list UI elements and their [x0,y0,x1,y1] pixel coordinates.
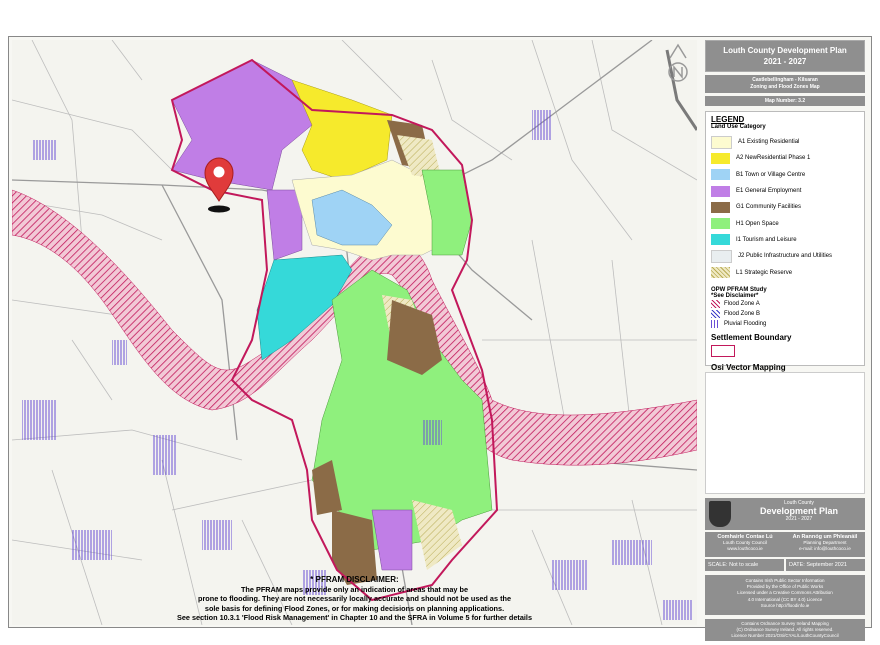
legend-label: L1 Strategic Reserve [736,269,793,276]
legend-box: LEGEND Land Use Category A1 Existing Res… [705,111,865,379]
legend-item: G1 Community Facilities [711,199,859,215]
pfram-disclaimer: * PFRAM DISCLAIMER: The PFRAM maps provi… [12,575,697,623]
flood-swatch [711,319,720,328]
zone-a2-north [291,79,393,181]
logo-line3: 2021 - 2027 [785,516,813,522]
scale-label: SCALE: Not to scale [705,559,784,571]
disclaimer-line: See section 10.3.1 'Flood Risk Managemen… [176,613,532,623]
flood-label: Flood Zone A [724,300,760,307]
flood-swatch [711,299,720,308]
disclaimer-title: * PFRAM DISCLAIMER: [310,575,399,585]
legend-swatch [711,249,732,263]
flood-items: Flood Zone A Flood Zone B Pluvial Flooding [711,299,859,329]
council-logo: Louth County Development Plan 2021 - 202… [705,498,865,530]
legend-swatch [711,218,730,230]
map-number: Map Number: 3.2 [705,96,865,106]
council-crest-icon [709,501,731,527]
contact-left-sub: Louth County Council [723,540,767,545]
logo-line2: Development Plan [759,506,839,516]
map-subtitle-line1: Castlebellingham - Kilsaran [752,77,818,83]
plan-title: Louth County Development Plan 2021 - 202… [705,40,865,72]
flood-legend-item: Flood Zone B [711,309,859,319]
opw-info: Contains Irish Public Sector Information… [705,575,865,615]
legend-item: H1 Open Space [711,215,859,231]
zoning-map[interactable]: * PFRAM DISCLAIMER: The PFRAM maps provi… [12,40,697,625]
zone-g1-far-south [332,510,377,585]
legend-category-title: Land Use Category [711,124,766,130]
disclaimer-line: sole basis for defining Flood Zones, or … [204,603,505,613]
flood-label: Pluvial Flooding [724,320,767,327]
legend-item: J2 Public Infrastructure and Utilities [711,248,859,264]
plan-title-line1: Louth County Development Plan [723,46,847,55]
flood-label: Flood Zone B [724,310,761,317]
contact-left: Comhairle Contae Lú Louth County Council… [705,532,785,557]
legend-item: B1 Town or Village Centre [711,167,859,183]
legend-item: L1 Strategic Reserve [711,264,859,280]
legend-swatch [711,234,730,246]
contact-right-email[interactable]: e-mail: info@louthcoco.ie [799,546,851,551]
legend-label: G1 Community Facilities [736,204,802,211]
disclaimer-line: prone to flooding. They are not necessar… [197,594,512,604]
legend-swatch [711,267,730,279]
legend-label: I1 Tourism and Leisure [736,236,797,243]
osi-copyright: Contains Ordnance Survey Ireland Mapping… [705,619,865,641]
contacts: Comhairle Contae Lú Louth County Council… [705,532,865,557]
legend-item: A2 NewResidential Phase 1 [711,150,859,166]
legend-swatch [711,135,732,149]
legend-swatch [711,169,730,181]
logo-text: Louth County Development Plan 2021 - 202… [735,500,863,522]
legend-title: LEGEND [711,115,745,124]
legend-swatch [711,185,730,197]
legend-label: E1 General Employment [736,188,802,195]
flood-legend-item: Pluvial Flooding [711,319,859,329]
map-subtitle-line2: Zoning and Flood Zones Map [750,84,820,90]
copyright-line: Licence Number 2021/OSi/CYAL/LouthCounty… [731,633,839,638]
legend-label: B1 Town or Village Centre [736,171,806,178]
flood-legend-item: Flood Zone A [711,299,859,309]
legend-item: A1 Existing Residential [711,134,859,150]
legend-label: A1 Existing Residential [738,139,800,146]
legend-swatch [711,152,730,164]
info-line: Source http://floodinfo.ie [760,602,810,608]
railway-line [665,49,697,131]
legend-swatch [711,201,730,213]
plan-title-line2: 2021 - 2027 [763,57,807,66]
disclaimer-line: The PFRAM maps provide only an indicatio… [240,584,469,594]
flood-swatch [711,309,720,318]
scale-date-row: SCALE: Not to scale DATE: September 2021 [705,559,865,571]
legend-label: A2 NewResidential Phase 1 [736,155,811,162]
contact-left-web[interactable]: www.louthcoco.ie [727,546,763,551]
legend-panel: Louth County Development Plan 2021 - 202… [702,40,868,641]
blank-panel [705,372,865,494]
zone-e1-mid [266,189,303,261]
map-subtitle: Castlebellingham - Kilsaran Zoning and F… [705,75,865,93]
legend-label: H1 Open Space [736,220,779,227]
legend-items: A1 Existing Residential A2 NewResidential… [711,134,859,281]
zone-e1-south [371,509,413,571]
legend-label: J2 Public Infrastructure and Utilities [738,253,833,260]
zone-e1-north [171,59,313,191]
osi-vector-label: Osi Vector Mapping [711,362,786,372]
contact-right-sub: Planning Department [803,540,847,545]
settlement-boundary-swatch [711,344,735,357]
legend-item: E1 General Employment [711,183,859,199]
legend-item: I1 Tourism and Leisure [711,232,859,248]
location-marker-icon[interactable] [204,157,234,213]
settlement-boundary-label: Settlement Boundary [711,332,792,342]
map-canvas [12,40,697,625]
contact-right: An Rannóg um Phleanáil Planning Departme… [785,532,865,557]
date-label: DATE: September 2021 [786,559,865,571]
